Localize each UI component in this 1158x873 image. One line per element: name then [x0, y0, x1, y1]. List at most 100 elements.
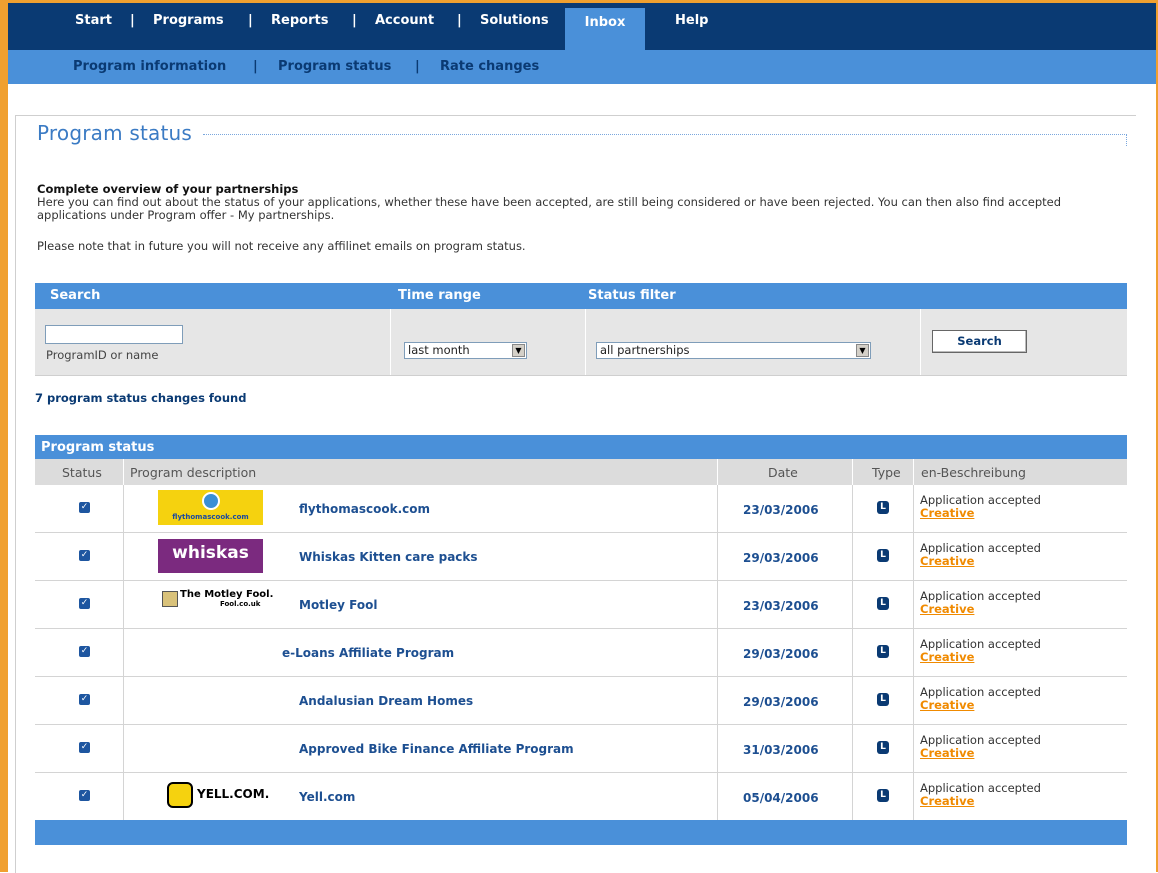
cell-divider: [717, 485, 718, 532]
status-filter-select[interactable]: all partnerships ▼: [596, 342, 871, 359]
column-en-beschreibung: en-Beschreibung: [921, 465, 1026, 480]
nav-solutions[interactable]: Solutions: [480, 13, 549, 28]
motley-fool-logo[interactable]: The Motley Fool. Fool.co.uk: [160, 588, 273, 610]
creative-link[interactable]: Creative: [920, 746, 974, 760]
check-icon: ✓: [79, 598, 90, 609]
search-label: Search: [50, 288, 101, 303]
cell-divider: [852, 629, 853, 676]
flythomascook-logo[interactable]: flythomascook.com: [158, 490, 263, 525]
yell-logo[interactable]: YELL.COM.: [167, 782, 269, 810]
nav-help[interactable]: Help: [675, 13, 708, 28]
chevron-down-icon[interactable]: ▼: [512, 344, 525, 357]
cell-divider: [852, 725, 853, 772]
creative-link[interactable]: Creative: [920, 794, 974, 808]
table-row: ✓ The Motley Fool. Fool.co.uk Motley Foo…: [35, 581, 1127, 629]
cell-divider: [852, 485, 853, 532]
cell-divider: [852, 533, 853, 580]
row-description: Application accepted Creative: [920, 686, 1041, 712]
filter-panel: ProgramID or name last month ▼ all partn…: [35, 309, 1127, 376]
whiskas-logo[interactable]: whiskas: [158, 539, 263, 573]
nav-separator: |: [457, 13, 462, 28]
table-body: ✓ flythomascook.com flythomascook.com 23…: [35, 485, 1127, 821]
column-divider: [717, 459, 718, 485]
table-row: ✓ Andalusian Dream Homes 29/03/2006 L Ap…: [35, 677, 1127, 725]
nav-separator: |: [130, 13, 135, 28]
row-date: 29/03/2006: [743, 695, 819, 709]
nav-programs[interactable]: Programs: [153, 13, 224, 28]
row-description: Application accepted Creative: [920, 782, 1041, 808]
type-icon: L: [877, 789, 889, 802]
program-link[interactable]: Motley Fool: [299, 598, 378, 612]
creative-link[interactable]: Creative: [920, 554, 974, 568]
cell-divider: [123, 485, 124, 532]
column-program-description: Program description: [130, 465, 257, 480]
cell-divider: [913, 581, 914, 628]
type-icon: L: [877, 741, 889, 754]
column-divider: [913, 459, 914, 485]
program-search-input[interactable]: [45, 325, 183, 344]
creative-link[interactable]: Creative: [920, 650, 974, 664]
subnav-separator: |: [253, 59, 258, 74]
type-icon: L: [877, 501, 889, 514]
column-status: Status: [62, 465, 102, 480]
cell-divider: [123, 629, 124, 676]
title-divider-end: [1126, 134, 1127, 146]
whiskas-logo-text: whiskas: [172, 543, 249, 563]
search-button[interactable]: Search: [932, 330, 1027, 353]
check-icon: ✓: [79, 550, 90, 561]
row-description: Application accepted Creative: [920, 734, 1041, 760]
result-count: 7 program status changes found: [35, 391, 247, 405]
program-link[interactable]: flythomascook.com: [299, 502, 430, 516]
subnav-rate-changes[interactable]: Rate changes: [440, 59, 539, 74]
chevron-down-icon[interactable]: ▼: [856, 344, 869, 357]
creative-link[interactable]: Creative: [920, 698, 974, 712]
row-date: 05/04/2006: [743, 791, 819, 805]
nav-separator: |: [352, 13, 357, 28]
status-filter-label: Status filter: [588, 288, 676, 303]
cell-divider: [123, 533, 124, 580]
type-icon: L: [877, 645, 889, 658]
row-date: 23/03/2006: [743, 503, 819, 517]
nav-inbox[interactable]: Inbox: [565, 8, 645, 50]
table-row: ✓ Approved Bike Finance Affiliate Progra…: [35, 725, 1127, 773]
intro-text: Here you can find out about the status o…: [37, 195, 1062, 222]
table-footer-bar: [35, 820, 1127, 845]
cell-divider: [717, 533, 718, 580]
cell-divider: [717, 581, 718, 628]
cell-divider: [123, 773, 124, 820]
subnav-program-information[interactable]: Program information: [73, 59, 226, 74]
cell-divider: [717, 773, 718, 820]
program-link[interactable]: e-Loans Affiliate Program: [282, 646, 454, 660]
column-divider: [852, 459, 853, 485]
motley-fool-logo-subtext: Fool.co.uk: [220, 600, 261, 608]
check-icon: ✓: [79, 646, 90, 657]
nav-reports[interactable]: Reports: [271, 13, 328, 28]
program-link[interactable]: Yell.com: [299, 790, 355, 804]
table-row: ✓ flythomascook.com flythomascook.com 23…: [35, 485, 1127, 533]
time-range-label: Time range: [398, 288, 481, 303]
program-link[interactable]: Andalusian Dream Homes: [299, 694, 473, 708]
check-icon: ✓: [79, 502, 90, 513]
cell-divider: [852, 773, 853, 820]
time-range-select[interactable]: last month ▼: [404, 342, 527, 359]
time-range-value: last month: [408, 343, 470, 357]
column-date: Date: [768, 465, 798, 480]
program-link[interactable]: Whiskas Kitten care packs: [299, 550, 478, 564]
row-description: Application accepted Creative: [920, 542, 1041, 568]
intro-heading: Complete overview of your partnerships: [37, 182, 299, 196]
nav-start[interactable]: Start: [75, 13, 112, 28]
creative-link[interactable]: Creative: [920, 602, 974, 616]
title-divider: [203, 134, 1127, 135]
globe-icon: [202, 492, 220, 510]
intro-note: Please note that in future you will not …: [37, 239, 526, 253]
check-icon: ✓: [79, 790, 90, 801]
program-link[interactable]: Approved Bike Finance Affiliate Program: [299, 742, 574, 756]
cell-divider: [852, 677, 853, 724]
nav-account[interactable]: Account: [375, 13, 434, 28]
creative-link[interactable]: Creative: [920, 506, 974, 520]
table-column-header: Status Program description Date Type en-…: [35, 459, 1127, 485]
window-frame-left: [0, 0, 8, 872]
cell-divider: [123, 581, 124, 628]
column-type: Type: [872, 465, 901, 480]
subnav-program-status[interactable]: Program status: [278, 59, 391, 74]
